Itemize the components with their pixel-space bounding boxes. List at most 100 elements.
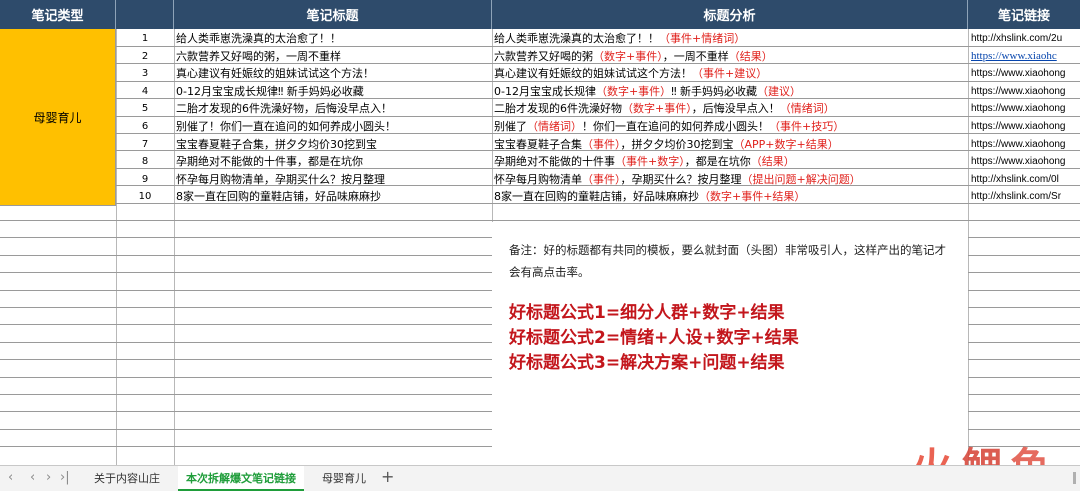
table-row[interactable]: 6 别催了！你们一直在追问的如何养成小圆头！ 别催了（情绪词）！你们一直在追问的如何…: [116, 118, 1080, 135]
scrollbar-handle[interactable]: [1073, 472, 1076, 484]
note-title-cell[interactable]: 8家一直在回购的童鞋店铺，好品味麻麻抄: [176, 188, 490, 205]
logo-char: 鲤: [962, 435, 1002, 465]
analysis-tag: （数字+事件）: [622, 102, 692, 116]
first-sheet-icon[interactable]: ‹: [8, 470, 13, 485]
next-sheet-icon[interactable]: ›: [46, 470, 51, 485]
table-row[interactable]: 4 0-12月宝宝成长规律‼ 新手妈妈必收藏 0-12月宝宝成长规律（数字+事件）‼…: [116, 83, 1080, 100]
note-link-cell[interactable]: https://www.xiaohc: [971, 48, 1080, 65]
grid-row-line: [0, 220, 1080, 221]
analysis-text: ！你们一直在追问的如何养成小圆头！: [582, 120, 769, 133]
analysis-tag: （事件）: [582, 172, 621, 186]
column-header-category[interactable]: 笔记类型: [0, 0, 116, 29]
title-analysis-cell[interactable]: 8家一直在回购的童鞋店铺，好品味麻麻抄（数字+事件+结果）: [494, 188, 968, 205]
analysis-tag: （建议）: [757, 84, 802, 98]
analysis-tag: （事件+技巧）: [769, 120, 845, 133]
analysis-text: 真心建议有妊娠纹的姐妹试试这个方法！: [494, 67, 692, 81]
note-title-cell[interactable]: 孕期绝对不能做的十件事，都是在坑你: [176, 153, 490, 170]
row-number: 1: [141, 33, 149, 44]
analysis-tag: （结果）: [750, 155, 795, 169]
note-link-cell[interactable]: http://xhslink.com/Sr: [971, 188, 1080, 205]
row-number: 4: [141, 85, 149, 97]
analysis-tag: （事件+数字）: [615, 155, 685, 169]
title-analysis-cell[interactable]: 给人类乖崽洗澡真的太治愈了！！（事件+情绪词）: [494, 30, 968, 47]
add-sheet-icon[interactable]: +: [381, 467, 394, 486]
formula-1: 好标题公式1=细分人群+数字+结果: [509, 303, 785, 323]
analysis-text: 孕期绝对不能做的十件事: [494, 155, 615, 169]
category-cell[interactable]: 母婴育儿: [0, 29, 116, 206]
sheet-tab-baby[interactable]: 母婴育儿: [314, 466, 374, 491]
column-header-link[interactable]: 笔记链接: [968, 0, 1080, 29]
formula-2: 好标题公式2=情绪+人设+数字+结果: [509, 328, 799, 348]
analysis-tag: （事件+建议）: [692, 67, 768, 81]
analysis-tag: （情绪词）: [527, 120, 582, 133]
analysis-text: 宝宝春夏鞋子合集: [494, 137, 582, 151]
table-row[interactable]: 2 六款营养又好喝的粥，一周不重样 六款营养又好喝的粥（数字+事件），一周不重样（结…: [116, 48, 1080, 65]
logo-char: 火: [912, 435, 952, 465]
table-row[interactable]: 10 8家一直在回购的童鞋店铺，好品味麻麻抄 8家一直在回购的童鞋店铺，好品味麻麻抄…: [116, 188, 1080, 205]
table-row[interactable]: 8 孕期绝对不能做的十件事，都是在坑你 孕期绝对不能做的十件事（事件+数字），都是在…: [116, 153, 1080, 170]
table-row[interactable]: 7 宝宝春夏鞋子合集，拼夕夕均价30挖到宝 宝宝春夏鞋子合集（事件），拼夕夕均价30…: [116, 136, 1080, 153]
table-row[interactable]: 5 二胎才发现的6件洗澡好物，后悔没早点入！ 二胎才发现的6件洗澡好物（数字+事件）…: [116, 100, 1080, 117]
analysis-text: 二胎才发现的6件洗澡好物: [494, 102, 622, 116]
analysis-text: ，孕期买什么？按月整理: [620, 172, 742, 186]
analysis-text: ，后悔没早点入！: [691, 102, 780, 116]
title-analysis-cell[interactable]: 孕期绝对不能做的十件事（事件+数字），都是在坑你（结果）: [494, 153, 968, 170]
prev-sheet-icon[interactable]: ‹: [30, 470, 35, 485]
analysis-text: 8家一直在回购的童鞋店铺，好品味麻麻抄: [494, 190, 699, 204]
title-analysis-cell[interactable]: 六款营养又好喝的粥（数字+事件），一周不重样（结果）: [494, 48, 968, 65]
note-link-cell[interactable]: https://www.xiaohong: [971, 83, 1080, 100]
last-sheet-icon[interactable]: ›|: [60, 470, 70, 485]
note-title-cell[interactable]: 怀孕每月购物清单，孕期买什么？按月整理: [176, 171, 490, 188]
sheet-tab-about[interactable]: 关于内容山庄: [86, 466, 168, 491]
logo-char: 鱼: [1010, 435, 1050, 465]
title-analysis-cell[interactable]: 怀孕每月购物清单（事件），孕期买什么？按月整理（提出问题+解决问题）: [494, 171, 968, 188]
title-analysis-cell[interactable]: 真心建议有妊娠纹的姐妹试试这个方法！（事件+建议）: [494, 65, 968, 82]
note-title-cell[interactable]: 二胎才发现的6件洗澡好物，后悔没早点入！: [176, 100, 490, 117]
spreadsheet-grid[interactable]: 笔记类型 笔记标题 标题分析 笔记链接 母婴育儿 1 给人类乖崽洗澡真的太治愈了！…: [0, 0, 1080, 465]
row-number: 10: [138, 191, 152, 203]
analysis-tag: （数字+事件）: [593, 49, 663, 63]
note-title-cell[interactable]: 六款营养又好喝的粥，一周不重样: [176, 48, 490, 65]
note-link-cell[interactable]: https://www.xiaohong: [971, 153, 1080, 170]
table-row[interactable]: 1 给人类乖崽洗澡真的太治愈了！！ 给人类乖崽洗澡真的太治愈了！！（事件+情绪词） h…: [116, 30, 1080, 47]
title-analysis-cell[interactable]: 0-12月宝宝成长规律（数字+事件）‼ 新手妈妈必收藏（建议）: [494, 83, 968, 100]
title-analysis-cell[interactable]: 宝宝春夏鞋子合集（事件），拼夕夕均价30挖到宝（APP+数字+结果）: [494, 136, 968, 153]
analysis-text: 给人类乖崽洗澡真的太治愈了！！: [494, 32, 659, 45]
note-title-cell[interactable]: 给人类乖崽洗澡真的太治愈了！！: [176, 30, 490, 47]
analysis-tag: （APP+数字+结果）: [733, 137, 839, 151]
column-header-title[interactable]: 笔记标题: [174, 0, 492, 29]
title-analysis-cell[interactable]: 别催了（情绪词）！你们一直在追问的如何养成小圆头！（事件+技巧）: [494, 118, 968, 135]
note-box: 备注：好的标题都有共同的模板，要么就封面（头图）非常吸引人，这样产出的笔记才会有…: [492, 222, 968, 465]
analysis-tag: （结果）: [728, 49, 773, 63]
analysis-text: 0-12月宝宝成长规律: [494, 84, 596, 98]
analysis-text: ，一周不重样: [662, 49, 729, 63]
note-title-cell[interactable]: 宝宝春夏鞋子合集，拼夕夕均价30挖到宝: [176, 136, 490, 153]
row-number: 8: [141, 156, 149, 168]
sheet-tab-links[interactable]: 本次拆解爆文笔记链接: [178, 466, 304, 491]
analysis-tag: （情绪词）: [779, 102, 835, 116]
title-analysis-cell[interactable]: 二胎才发现的6件洗澡好物（数字+事件），后悔没早点入！（情绪词）: [494, 100, 968, 117]
note-title-cell[interactable]: 别催了！你们一直在追问的如何养成小圆头！: [176, 118, 490, 135]
note-remark: 备注：好的标题都有共同的模板，要么就封面（头图）非常吸引人，这样产出的笔记才会有…: [509, 243, 946, 279]
note-link-cell[interactable]: http://xhslink.com/2u: [971, 30, 1080, 47]
analysis-tag: （事件+情绪词）: [659, 32, 746, 45]
analysis-text: 别催了: [494, 120, 527, 133]
analysis-text: ，都是在坑你: [684, 155, 751, 169]
analysis-text: 六款营养又好喝的粥: [494, 49, 593, 63]
formula-3: 好标题公式3=解决方案+问题+结果: [509, 353, 785, 373]
analysis-tag: （数字+事件）: [595, 84, 672, 98]
sheet-tab-bar: ‹ ‹ › ›| 关于内容山庄 本次拆解爆文笔记链接 母婴育儿 +: [0, 465, 1080, 491]
row-number: 6: [141, 121, 149, 132]
note-link-cell[interactable]: https://www.xiaohong: [971, 118, 1080, 135]
note-link-cell[interactable]: http://xhslink.com/0l: [971, 171, 1080, 188]
note-link-cell[interactable]: https://www.xiaohong: [971, 136, 1080, 153]
column-header-index[interactable]: [116, 0, 174, 29]
note-title-cell[interactable]: 0-12月宝宝成长规律‼ 新手妈妈必收藏: [176, 83, 490, 100]
table-row[interactable]: 9 怀孕每月购物清单，孕期买什么？按月整理 怀孕每月购物清单（事件），孕期买什么？按…: [116, 171, 1080, 188]
table-row[interactable]: 3 真心建议有妊娠纹的姐妹试试这个方法！ 真心建议有妊娠纹的姐妹试试这个方法！（事件…: [116, 65, 1080, 82]
note-title-cell[interactable]: 真心建议有妊娠纹的姐妹试试这个方法！: [176, 65, 490, 82]
note-link-cell[interactable]: https://www.xiaohong: [971, 100, 1080, 117]
column-header-analysis[interactable]: 标题分析: [492, 0, 968, 29]
note-link-cell[interactable]: https://www.xiaohong: [971, 65, 1080, 82]
row-number: 2: [141, 50, 149, 62]
